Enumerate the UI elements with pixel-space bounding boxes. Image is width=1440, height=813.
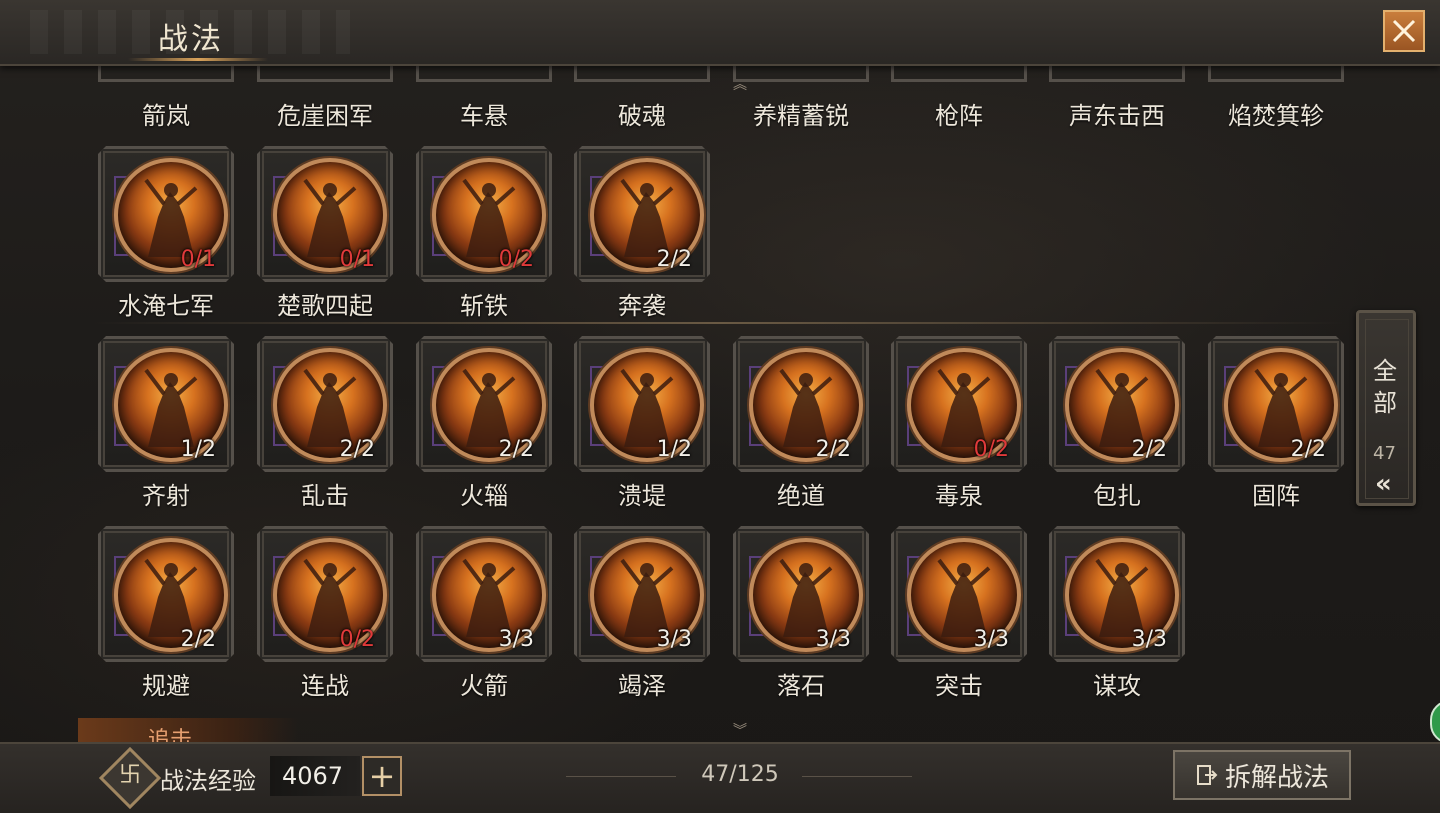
tactic-card[interactable]: 0/1 — [257, 146, 393, 282]
tactic-count-badge: 1/2 — [180, 437, 216, 462]
tactic-count-badge: 0/1 — [180, 247, 216, 272]
close-icon — [1392, 19, 1416, 43]
tactic-card-partial[interactable] — [891, 66, 1027, 82]
tactic-name: 突击 — [935, 672, 983, 700]
tactic-count-badge: 3/3 — [973, 627, 1009, 652]
tactics-grid[interactable]: 箭岚 危崖困军 车悬 破魂 养精蓄锐 枪阵 声东击西 焰焚箕轸 0/1 水淹七军 0/1 楚歌四起 0/… — [0, 66, 1350, 742]
add-exp-button[interactable]: + — [362, 756, 402, 796]
tactic-name: 危崖困军 — [277, 102, 373, 130]
tactic-name: 火箭 — [460, 672, 508, 700]
tactic-count-badge: 3/3 — [815, 627, 851, 652]
tactic-name: 养精蓄锐 — [753, 102, 849, 130]
tactic-name: 乱击 — [301, 482, 349, 510]
tactic-name: 固阵 — [1252, 482, 1300, 510]
tactic-name: 楚歌四起 — [277, 292, 373, 320]
page-title: 战法 — [158, 22, 224, 57]
tactic-count: 47/125 — [701, 762, 779, 787]
tactic-card-partial[interactable] — [257, 66, 393, 82]
tactic-name: 落石 — [777, 672, 825, 700]
close-button[interactable] — [1383, 10, 1425, 52]
row-separator — [94, 322, 1344, 324]
tactic-count-badge: 1/2 — [656, 437, 692, 462]
disassemble-tactic-button[interactable]: 拆解战法 — [1173, 750, 1351, 800]
tactic-count-badge: 2/2 — [498, 437, 534, 462]
disassemble-icon — [1196, 765, 1218, 785]
tactic-card[interactable]: 1/2 — [98, 336, 234, 472]
tactic-name: 斩铁 — [460, 292, 508, 320]
tactic-name: 奔袭 — [618, 292, 666, 320]
tactic-name: 齐射 — [142, 482, 190, 510]
tactic-name: 毒泉 — [935, 482, 983, 510]
tactic-card-partial[interactable] — [98, 66, 234, 82]
tactic-card[interactable]: 0/2 — [257, 526, 393, 662]
tactic-name: 连战 — [301, 672, 349, 700]
tactic-exp-glyph: 卐 — [118, 763, 141, 788]
page-divider-left — [566, 776, 676, 777]
tactic-card[interactable]: 3/3 — [733, 526, 869, 662]
tactic-card[interactable]: 3/3 — [574, 526, 710, 662]
tactic-card[interactable]: 1/2 — [574, 336, 710, 472]
tactic-name: 车悬 — [460, 102, 508, 130]
tactic-name: 箭岚 — [142, 102, 190, 130]
tactic-name: 竭泽 — [618, 672, 666, 700]
tactic-card-partial[interactable] — [416, 66, 552, 82]
tactic-card[interactable]: 3/3 — [1049, 526, 1185, 662]
tactic-card-partial[interactable] — [1208, 66, 1344, 82]
page-divider-right — [802, 776, 912, 777]
tactic-card[interactable]: 2/2 — [1049, 336, 1185, 472]
expand-arrows-icon: « — [1375, 469, 1392, 499]
tactic-name: 溃堤 — [618, 482, 666, 510]
next-section-label: 追击 — [148, 728, 193, 744]
tactic-name: 焰焚箕轸 — [1228, 102, 1324, 130]
tactic-count-badge: 0/2 — [498, 247, 534, 272]
tactic-name: 谋攻 — [1093, 672, 1141, 700]
tactic-name: 绝道 — [777, 482, 825, 510]
tactic-card[interactable]: 3/3 — [416, 526, 552, 662]
tactic-count-badge: 2/2 — [1290, 437, 1326, 462]
tactic-name: 破魂 — [618, 102, 666, 130]
tactic-card[interactable]: 3/3 — [891, 526, 1027, 662]
disassemble-label: 拆解战法 — [1224, 762, 1329, 793]
filter-tab-label-1: 全 — [1373, 357, 1397, 385]
tactic-card[interactable]: 2/2 — [574, 146, 710, 282]
filter-tab-label-2: 部 — [1373, 389, 1397, 417]
tactic-count-badge: 0/1 — [339, 247, 375, 272]
tactic-count-badge: 2/2 — [815, 437, 851, 462]
tactic-card[interactable]: 2/2 — [98, 526, 234, 662]
tactic-count-badge: 3/3 — [498, 627, 534, 652]
tactic-card[interactable]: 0/1 — [98, 146, 234, 282]
tactic-count-badge: 2/2 — [339, 437, 375, 462]
tactic-card[interactable]: 2/2 — [733, 336, 869, 472]
tactic-card-partial[interactable] — [574, 66, 710, 82]
tactic-name: 水淹七军 — [118, 292, 214, 320]
tactic-count-badge: 3/3 — [1131, 627, 1167, 652]
tactic-card[interactable]: 2/2 — [416, 336, 552, 472]
tactic-card[interactable]: 2/2 — [257, 336, 393, 472]
tactic-card[interactable]: 0/2 — [891, 336, 1027, 472]
exp-value: 4067 — [282, 762, 344, 790]
exp-label: 战法经验 — [160, 767, 256, 795]
tactic-count-badge: 2/2 — [180, 627, 216, 652]
tactic-name: 包扎 — [1093, 482, 1141, 510]
tactic-card-partial[interactable] — [1049, 66, 1185, 82]
tactic-count-badge: 0/2 — [973, 437, 1009, 462]
tactic-name: 火辎 — [460, 482, 508, 510]
tactic-count-badge: 3/3 — [656, 627, 692, 652]
tactic-count-badge: 2/2 — [656, 247, 692, 272]
title-underline — [128, 58, 268, 61]
tactic-card[interactable]: 2/2 — [1208, 336, 1344, 472]
tactic-name: 声东击西 — [1069, 102, 1165, 130]
filter-tab-count: 47 — [1373, 443, 1396, 464]
scroll-down-icon[interactable]: ︾ — [720, 720, 760, 739]
tactic-count-badge: 0/2 — [339, 627, 375, 652]
scroll-up-icon[interactable]: ︽ — [720, 74, 760, 93]
tactic-count-badge: 2/2 — [1131, 437, 1167, 462]
tactic-name: 规避 — [142, 672, 190, 700]
next-section-header: 追击 — [78, 718, 298, 744]
tactic-name: 枪阵 — [935, 102, 983, 130]
tactic-card[interactable]: 0/2 — [416, 146, 552, 282]
filter-tab-all[interactable]: 全 部 47 « — [1356, 310, 1416, 506]
